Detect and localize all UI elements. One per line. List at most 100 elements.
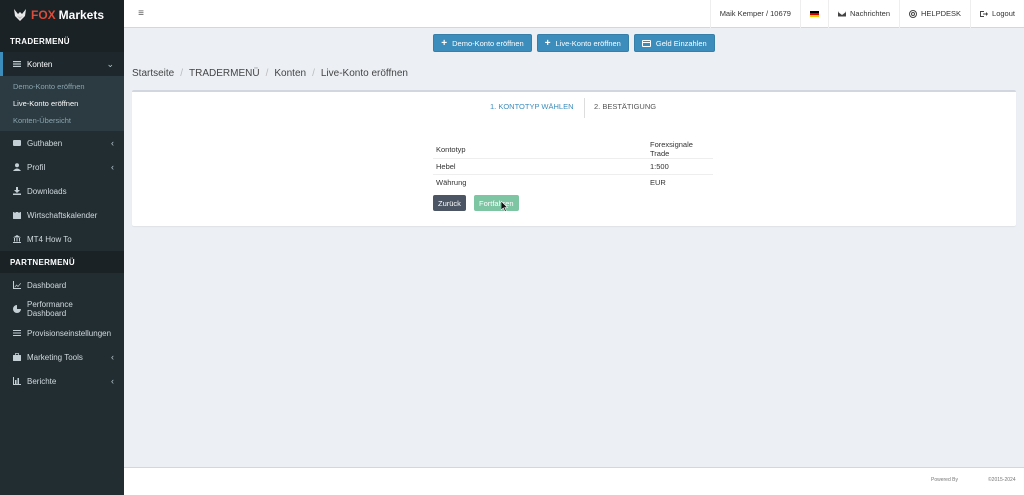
line-chart-icon bbox=[11, 281, 22, 289]
account-actions: + Demo-Konto eröffnen + Live-Konto eröff… bbox=[124, 28, 1024, 58]
konten-submenu: Demo-Konto eröffnen Live-Konto eröffnen … bbox=[0, 76, 124, 131]
chevron-left-icon: ‹ bbox=[111, 138, 114, 148]
sidebar-item-provisionseinstellungen[interactable]: Provisionseinstellungen bbox=[0, 321, 124, 345]
helpdesk-link[interactable]: HELPDESK bbox=[899, 0, 970, 28]
account-wizard: 1. KONTOTYP WÄHLEN 2. BESTÄTIGUNG Kontot… bbox=[132, 90, 1016, 226]
credit-card-icon bbox=[641, 39, 651, 47]
logout-link[interactable]: Logout bbox=[970, 0, 1024, 28]
footer: Powered By ©2015-2024 bbox=[124, 467, 1024, 495]
list-icon bbox=[11, 60, 22, 68]
sidebar-item-label: Provisionseinstellungen bbox=[27, 328, 112, 338]
sidebar-item-konten[interactable]: Konten ⌄ bbox=[0, 52, 124, 76]
sidebar-item-label: Berichte bbox=[27, 376, 57, 386]
messages-link[interactable]: Nachrichten bbox=[827, 0, 899, 28]
calendar-icon bbox=[11, 211, 22, 219]
sidebar-item-marketing-tools[interactable]: Marketing Tools ‹ bbox=[0, 345, 124, 369]
fox-logo-icon bbox=[14, 9, 26, 21]
detail-key: Kontotyp bbox=[433, 140, 647, 159]
download-icon bbox=[11, 187, 22, 195]
detail-value: Forexsignale Trade bbox=[647, 140, 713, 159]
account-details-table: Kontotyp Forexsignale Trade Hebel 1:500 … bbox=[433, 140, 713, 191]
partner-menu-header: PARTNERMENÜ bbox=[0, 251, 124, 273]
detail-value: EUR bbox=[650, 178, 666, 188]
sidebar-item-downloads[interactable]: Downloads bbox=[0, 179, 124, 203]
wizard-step-kontotyp[interactable]: 1. KONTOTYP WÄHLEN bbox=[490, 102, 574, 111]
breadcrumb-konten[interactable]: Konten bbox=[274, 68, 306, 79]
wizard-steps: 1. KONTOTYP WÄHLEN 2. BESTÄTIGUNG bbox=[132, 92, 1016, 122]
table-row: Währung EUR bbox=[433, 175, 713, 191]
detail-key: Währung bbox=[436, 178, 467, 188]
pie-chart-icon bbox=[11, 305, 22, 313]
sidebar-item-label: MT4 How To bbox=[27, 234, 72, 244]
back-button[interactable]: Zurück bbox=[433, 195, 466, 211]
deposit-button[interactable]: Geld Einzahlen bbox=[633, 34, 715, 52]
sidebar-item-label: Marketing Tools bbox=[27, 352, 83, 362]
language-selector[interactable] bbox=[799, 0, 828, 28]
chevron-left-icon: ‹ bbox=[111, 352, 114, 362]
sidebar-item-label: Konten bbox=[27, 59, 53, 69]
topbar: ≡ Maik Kemper / 10679 Nachrichten HELPDE… bbox=[124, 0, 1024, 28]
sidebar-item-dashboard[interactable]: Dashboard bbox=[0, 273, 124, 297]
wizard-step-bestaetigung[interactable]: 2. BESTÄTIGUNG bbox=[594, 102, 656, 111]
sidebar-item-label: Profil bbox=[27, 162, 46, 172]
sidebar: FOX Markets TRADERMENÜ Konten ⌄ Demo-Kon… bbox=[0, 0, 124, 495]
breadcrumb-current: Live-Konto eröffnen bbox=[320, 68, 408, 79]
chevron-left-icon: ‹ bbox=[111, 162, 114, 172]
breadcrumb-startseite[interactable]: Startseite bbox=[132, 68, 174, 79]
wallet-icon bbox=[11, 139, 22, 147]
helpdesk-label: HELPDESK bbox=[921, 9, 962, 18]
open-demo-account-button[interactable]: + Demo-Konto eröffnen bbox=[433, 34, 532, 52]
breadcrumb: Startseite / TRADERMENÜ / Konten / Live-… bbox=[132, 68, 408, 79]
sidebar-item-label: Performance Dashboard bbox=[27, 300, 73, 318]
sidebar-subitem-live-konto[interactable]: Live-Konto eröffnen bbox=[0, 95, 124, 112]
brand-fox: FOX bbox=[31, 8, 56, 22]
bar-chart-icon bbox=[11, 377, 22, 385]
trader-menu-header: TRADERMENÜ bbox=[0, 30, 124, 52]
continue-button[interactable]: Fortfahren bbox=[474, 195, 519, 211]
detail-key: Hebel bbox=[433, 158, 647, 175]
breadcrumb-tradermenu[interactable]: TRADERMENÜ bbox=[189, 68, 260, 79]
sidebar-item-label: Downloads bbox=[27, 186, 67, 196]
user-menu[interactable]: Maik Kemper / 10679 bbox=[709, 0, 800, 28]
table-row: Kontotyp Forexsignale Trade bbox=[433, 140, 713, 159]
powered-by: Powered By bbox=[931, 477, 958, 483]
open-live-account-label: Live-Konto eröffnen bbox=[555, 38, 621, 48]
brand-logo[interactable]: FOX Markets bbox=[0, 0, 124, 30]
sidebar-item-label: Dashboard bbox=[27, 280, 67, 290]
sidebar-toggle-button[interactable]: ≡ bbox=[130, 8, 152, 19]
german-flag-icon bbox=[809, 10, 819, 17]
sidebar-item-berichte[interactable]: Berichte ‹ bbox=[0, 369, 124, 393]
lifebuoy-icon bbox=[909, 9, 918, 18]
breadcrumb-separator: / bbox=[312, 68, 315, 79]
envelope-icon bbox=[837, 11, 846, 16]
mouse-cursor-icon bbox=[501, 201, 509, 212]
sliders-icon bbox=[11, 329, 22, 337]
copyright: ©2015-2024 bbox=[988, 477, 1016, 483]
messages-label: Nachrichten bbox=[849, 9, 891, 18]
breadcrumb-separator: / bbox=[180, 68, 184, 79]
sidebar-subitem-konten-uebersicht[interactable]: Konten-Übersicht bbox=[0, 112, 124, 129]
plus-icon: + bbox=[441, 37, 448, 49]
sidebar-subitem-demo-konto[interactable]: Demo-Konto eröffnen bbox=[0, 78, 124, 95]
user-icon bbox=[11, 163, 22, 171]
chevron-left-icon: ‹ bbox=[111, 376, 114, 386]
sidebar-item-label: Guthaben bbox=[27, 138, 63, 148]
sidebar-item-performance-dashboard[interactable]: Performance Dashboard bbox=[0, 297, 124, 321]
sidebar-item-guthaben[interactable]: Guthaben ‹ bbox=[0, 131, 124, 155]
deposit-label: Geld Einzahlen bbox=[655, 38, 707, 48]
sign-out-icon bbox=[980, 10, 989, 17]
table-row: Hebel 1:500 bbox=[433, 158, 713, 175]
sidebar-item-mt4-how-to[interactable]: MT4 How To bbox=[0, 227, 124, 251]
open-demo-account-label: Demo-Konto eröffnen bbox=[452, 38, 524, 48]
sidebar-item-label: Wirtschaftskalender bbox=[27, 210, 98, 220]
sidebar-item-profil[interactable]: Profil ‹ bbox=[0, 155, 124, 179]
bank-icon bbox=[11, 235, 22, 243]
briefcase-icon bbox=[11, 353, 22, 361]
open-live-account-button[interactable]: + Live-Konto eröffnen bbox=[536, 34, 629, 52]
brand-markets: Markets bbox=[58, 8, 105, 22]
plus-icon: + bbox=[544, 37, 551, 49]
chevron-down-icon: ⌄ bbox=[106, 58, 114, 69]
logout-label: Logout bbox=[992, 9, 1015, 18]
sidebar-item-wirtschaftskalender[interactable]: Wirtschaftskalender bbox=[0, 203, 124, 227]
step-divider bbox=[584, 98, 585, 118]
